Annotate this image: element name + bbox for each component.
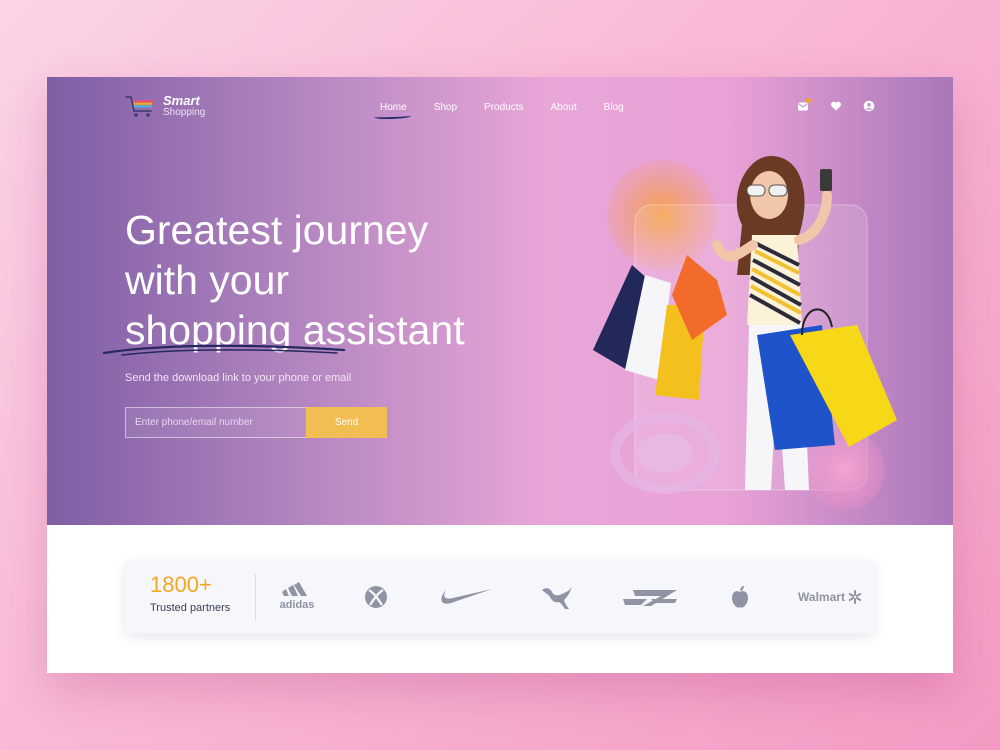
underline-scribble: [102, 344, 346, 356]
cart-icon: [125, 94, 157, 118]
partners-bar: 1800+ Trusted partners adidas Walmart: [125, 560, 874, 633]
xbox-logo[interactable]: [363, 560, 389, 633]
puma-logo[interactable]: [539, 560, 575, 633]
page-frame: Smart Shopping Home Shop Products About …: [47, 77, 953, 673]
send-button[interactable]: Send: [306, 407, 387, 438]
nav-about[interactable]: About: [551, 102, 577, 113]
heart-icon[interactable]: [830, 100, 842, 112]
hero-subtitle: Send the download link to your phone or …: [125, 372, 352, 384]
adidas-text: adidas: [279, 598, 315, 611]
walmart-logo[interactable]: Walmart: [797, 560, 863, 633]
walmart-text: Walmart: [798, 589, 845, 604]
partners-count: 1800+: [150, 572, 212, 597]
hero-illustration: [587, 155, 927, 515]
hero-headline: Greatest journey with your shopping assi…: [125, 205, 545, 355]
phone-email-input[interactable]: [125, 407, 306, 438]
nav-products[interactable]: Products: [484, 102, 523, 113]
apple-logo[interactable]: [728, 560, 752, 633]
nav-home[interactable]: Home: [380, 102, 407, 113]
notification-icon[interactable]: [797, 98, 811, 112]
reebok-logo[interactable]: [619, 560, 681, 633]
nav-blog[interactable]: Blog: [604, 102, 624, 113]
brand-logo[interactable]: Smart Shopping: [125, 94, 205, 118]
brand-subtitle: Shopping: [163, 107, 206, 118]
partners-label: Trusted partners: [150, 602, 231, 614]
nav-shop[interactable]: Shop: [434, 102, 457, 113]
adidas-logo[interactable]: adidas: [275, 560, 319, 633]
user-icon[interactable]: [863, 100, 875, 112]
nike-logo[interactable]: [435, 560, 495, 633]
brand-title: Smart: [163, 93, 200, 108]
main-nav: Home Shop Products About Blog: [380, 102, 651, 113]
header-icons: [797, 98, 896, 112]
headline-line-1: Greatest journey: [125, 207, 429, 253]
notification-badge: [806, 98, 811, 103]
divider: [255, 574, 256, 620]
download-form: Send: [125, 407, 387, 438]
hero-section: Smart Shopping Home Shop Products About …: [47, 77, 953, 525]
headline-line-2: with your: [125, 257, 290, 303]
